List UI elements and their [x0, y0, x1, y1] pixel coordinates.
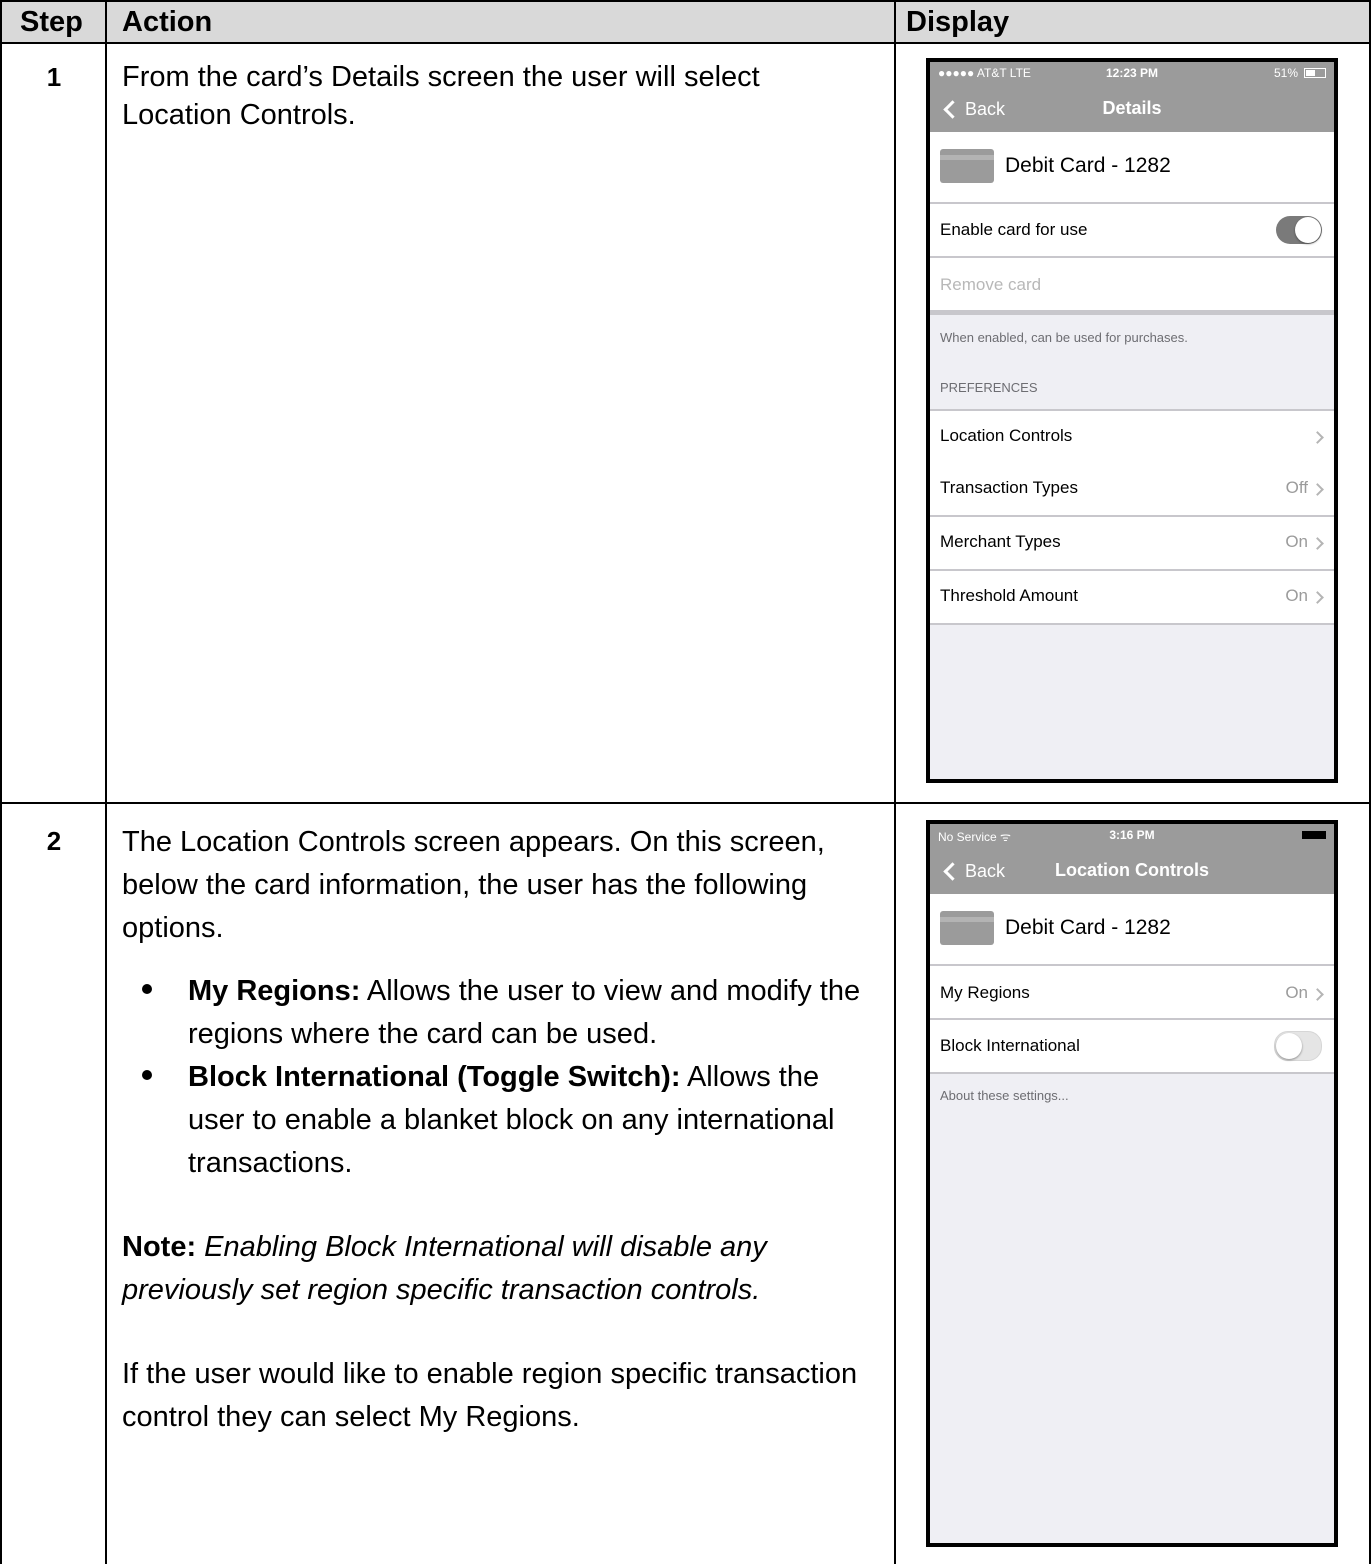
battery-icon	[1302, 831, 1326, 839]
table-row-divider	[0, 802, 1371, 804]
chevron-right-icon	[1311, 537, 1324, 550]
list-item-my-regions[interactable]: My Regions On	[930, 966, 1334, 1020]
step-number: 2	[46, 826, 62, 856]
status-time: 3:16 PM	[1109, 828, 1155, 842]
document-table: Step Action Display 1 From the card’s De…	[0, 0, 1371, 1564]
card-name: Debit Card - 1282	[1005, 154, 1171, 177]
nav-bar: No Service ᯤ 3:16 PM Back Location Contr…	[930, 824, 1334, 894]
step-number: 1	[46, 62, 62, 92]
table-border-left	[0, 0, 2, 1564]
table-border-top	[0, 0, 1371, 2]
item-value: Off	[1285, 478, 1308, 497]
my-regions-label: My Regions	[940, 983, 1030, 1002]
table-col-divider-2	[894, 0, 896, 1564]
bullet-icon	[142, 984, 152, 994]
option-term: My Regions:	[188, 975, 361, 1007]
card-name: Debit Card - 1282	[1005, 916, 1171, 939]
chevron-right-icon	[1311, 483, 1324, 496]
block-international-toggle[interactable]	[1274, 1031, 1322, 1061]
note-label: Note:	[122, 1231, 197, 1263]
card-icon	[940, 911, 994, 945]
remove-card-row[interactable]: Remove card	[930, 258, 1334, 315]
action-text: From the card’s Details screen the user …	[122, 58, 872, 134]
card-icon	[940, 149, 994, 183]
item-label: Threshold Amount	[940, 586, 1078, 605]
card-header-row: Debit Card - 1282	[930, 894, 1334, 966]
table-col-divider-1	[105, 0, 107, 1564]
screen-title: Details	[1102, 98, 1162, 118]
screen-title: Location Controls	[1055, 860, 1209, 880]
note-text: Enabling Block International will disabl…	[122, 1231, 767, 1306]
action-paragraph: From the card’s Details screen the user …	[122, 61, 760, 131]
list-item-location-controls[interactable]: Location Controls	[930, 409, 1334, 465]
action-intro: The Location Controls screen appears. On…	[122, 826, 825, 944]
list-item: My Regions: Allows the user to view and …	[122, 970, 872, 1056]
header-display: Display	[906, 6, 1010, 38]
phone-screen-location-controls: No Service ᯤ 3:16 PM Back Location Contr…	[926, 820, 1338, 1547]
item-label: Transaction Types	[940, 478, 1078, 497]
block-international-label: Block International	[940, 1036, 1080, 1055]
card-header-row: Debit Card - 1282	[930, 132, 1334, 204]
chevron-right-icon	[1311, 988, 1324, 1001]
bullet-icon	[142, 1070, 152, 1080]
about-settings-link[interactable]: About these settings...	[940, 1088, 1069, 1103]
phone-screen-details: ●●●●● AT&T LTE 12:23 PM 51% Back Details…	[926, 58, 1338, 783]
option-term: Block International (Toggle Switch):	[188, 1061, 681, 1093]
list-item-transaction-types[interactable]: Transaction Types Off	[930, 463, 1334, 517]
options-list: My Regions: Allows the user to view and …	[122, 970, 872, 1185]
enable-card-label: Enable card for use	[940, 220, 1088, 239]
list-item-threshold-amount[interactable]: Threshold Amount On	[930, 571, 1334, 625]
list-item-merchant-types[interactable]: Merchant Types On	[930, 517, 1334, 571]
item-label: Merchant Types	[940, 532, 1061, 551]
my-regions-value: On	[1285, 983, 1308, 1002]
list-item: Block International (Toggle Switch): All…	[122, 1056, 872, 1185]
note: Note: Enabling Block International will …	[122, 1226, 872, 1312]
nav-bar: ●●●●● AT&T LTE 12:23 PM 51% Back Details	[930, 62, 1334, 132]
enable-card-row[interactable]: Enable card for use	[930, 204, 1334, 258]
header-step: Step	[20, 6, 83, 38]
action-text: The Location Controls screen appears. On…	[122, 821, 872, 1439]
header-action: Action	[122, 6, 213, 38]
section-header: PREFERENCES	[940, 380, 1038, 395]
enable-card-toggle[interactable]	[1276, 216, 1322, 244]
chevron-right-icon	[1311, 591, 1324, 604]
battery-percent: 51%	[1273, 66, 1298, 80]
battery-icon	[1304, 68, 1326, 78]
remove-card-label: Remove card	[940, 275, 1042, 294]
item-value: On	[1285, 586, 1308, 605]
item-value: On	[1285, 532, 1308, 551]
block-international-row: Block International	[930, 1020, 1334, 1074]
item-label: Location Controls	[940, 426, 1073, 445]
table-header-divider	[0, 42, 1371, 44]
enable-hint: When enabled, can be used for purchases.	[940, 330, 1188, 345]
chevron-right-icon	[1311, 431, 1324, 444]
action-closing: If the user would like to enable region …	[122, 1358, 858, 1433]
